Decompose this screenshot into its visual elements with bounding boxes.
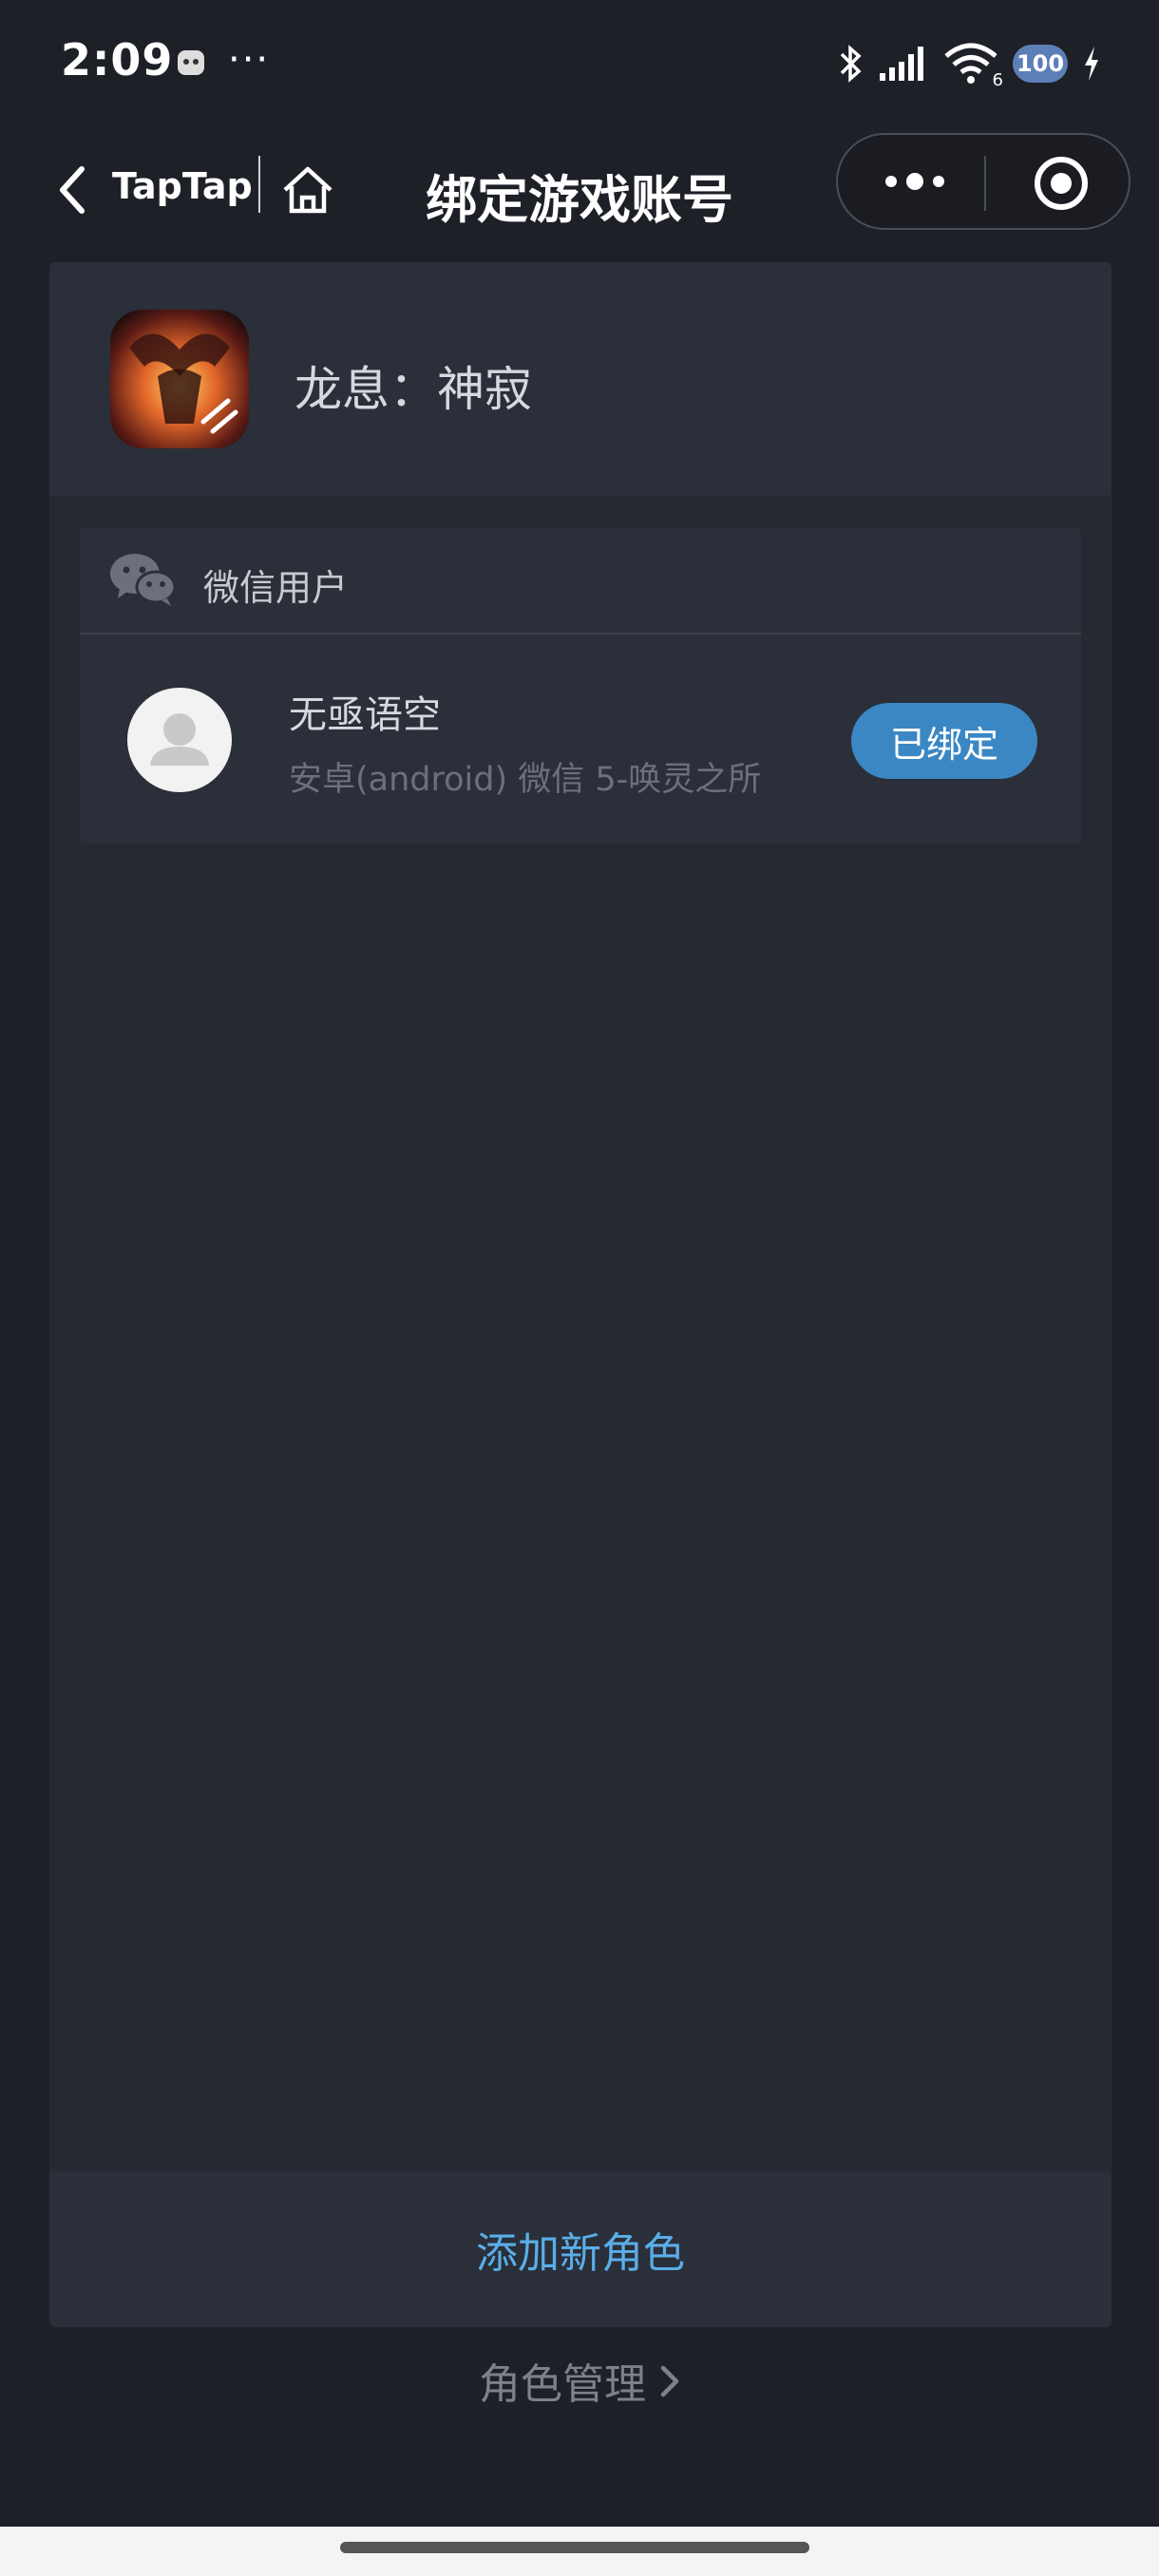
page-title-text: 绑定游戏账号: [426, 170, 733, 230]
wifi-icon: [944, 43, 998, 84]
game-name: 龙息：神寂: [294, 362, 532, 417]
status-time: 2:09: [61, 34, 174, 85]
bound-button[interactable]: 已绑定: [851, 703, 1037, 779]
notification-app-icon: [178, 50, 204, 75]
bluetooth-icon: [840, 45, 862, 83]
add-role-label: 添加新角色: [476, 2229, 685, 2278]
status-icons: 6 100: [836, 38, 1102, 90]
game-header: 龙息：神寂: [49, 262, 1112, 496]
signal-icon: [880, 47, 923, 81]
network-type-label: 6: [992, 70, 1003, 90]
charging-icon: [1085, 47, 1098, 81]
home-indicator[interactable]: [340, 2542, 809, 2553]
role-name: 无亟语空: [289, 693, 441, 737]
account-card-header: 微信用户: [80, 528, 1081, 635]
role-management-link[interactable]: 角色管理: [0, 2350, 1159, 2411]
battery-icon: 100: [1013, 45, 1068, 83]
user-silhouette-icon: [150, 713, 209, 766]
wechat-icon: [110, 554, 177, 606]
role-management-label: 角色管理: [479, 2360, 646, 2409]
account-card: 微信用户 无亟语空 安卓(android) 微信 5-唤灵之所 已绑定: [80, 528, 1081, 843]
status-more-indicator: ···: [228, 38, 271, 82]
mini-program-capsule: [836, 133, 1130, 230]
add-role-button[interactable]: 添加新角色: [49, 2171, 1112, 2327]
more-options-icon[interactable]: [882, 167, 948, 196]
avatar: [127, 688, 232, 792]
game-icon: [110, 310, 249, 448]
close-mini-program-icon[interactable]: [1034, 156, 1089, 211]
role-server-info: 安卓(android) 微信 5-唤灵之所: [289, 761, 762, 799]
nav-bar: TapTap 绑定游戏账号: [0, 133, 1159, 247]
chevron-right-icon: [660, 2365, 679, 2397]
capsule-divider: [984, 156, 986, 211]
binding-panel: 龙息：神寂 微信用户 无亟语空 安卓(android) 微信 5-唤灵之所 已绑…: [49, 262, 1112, 2327]
account-type-label: 微信用户: [203, 567, 349, 609]
status-bar: 2:09 ··· 6 100: [0, 0, 1159, 123]
